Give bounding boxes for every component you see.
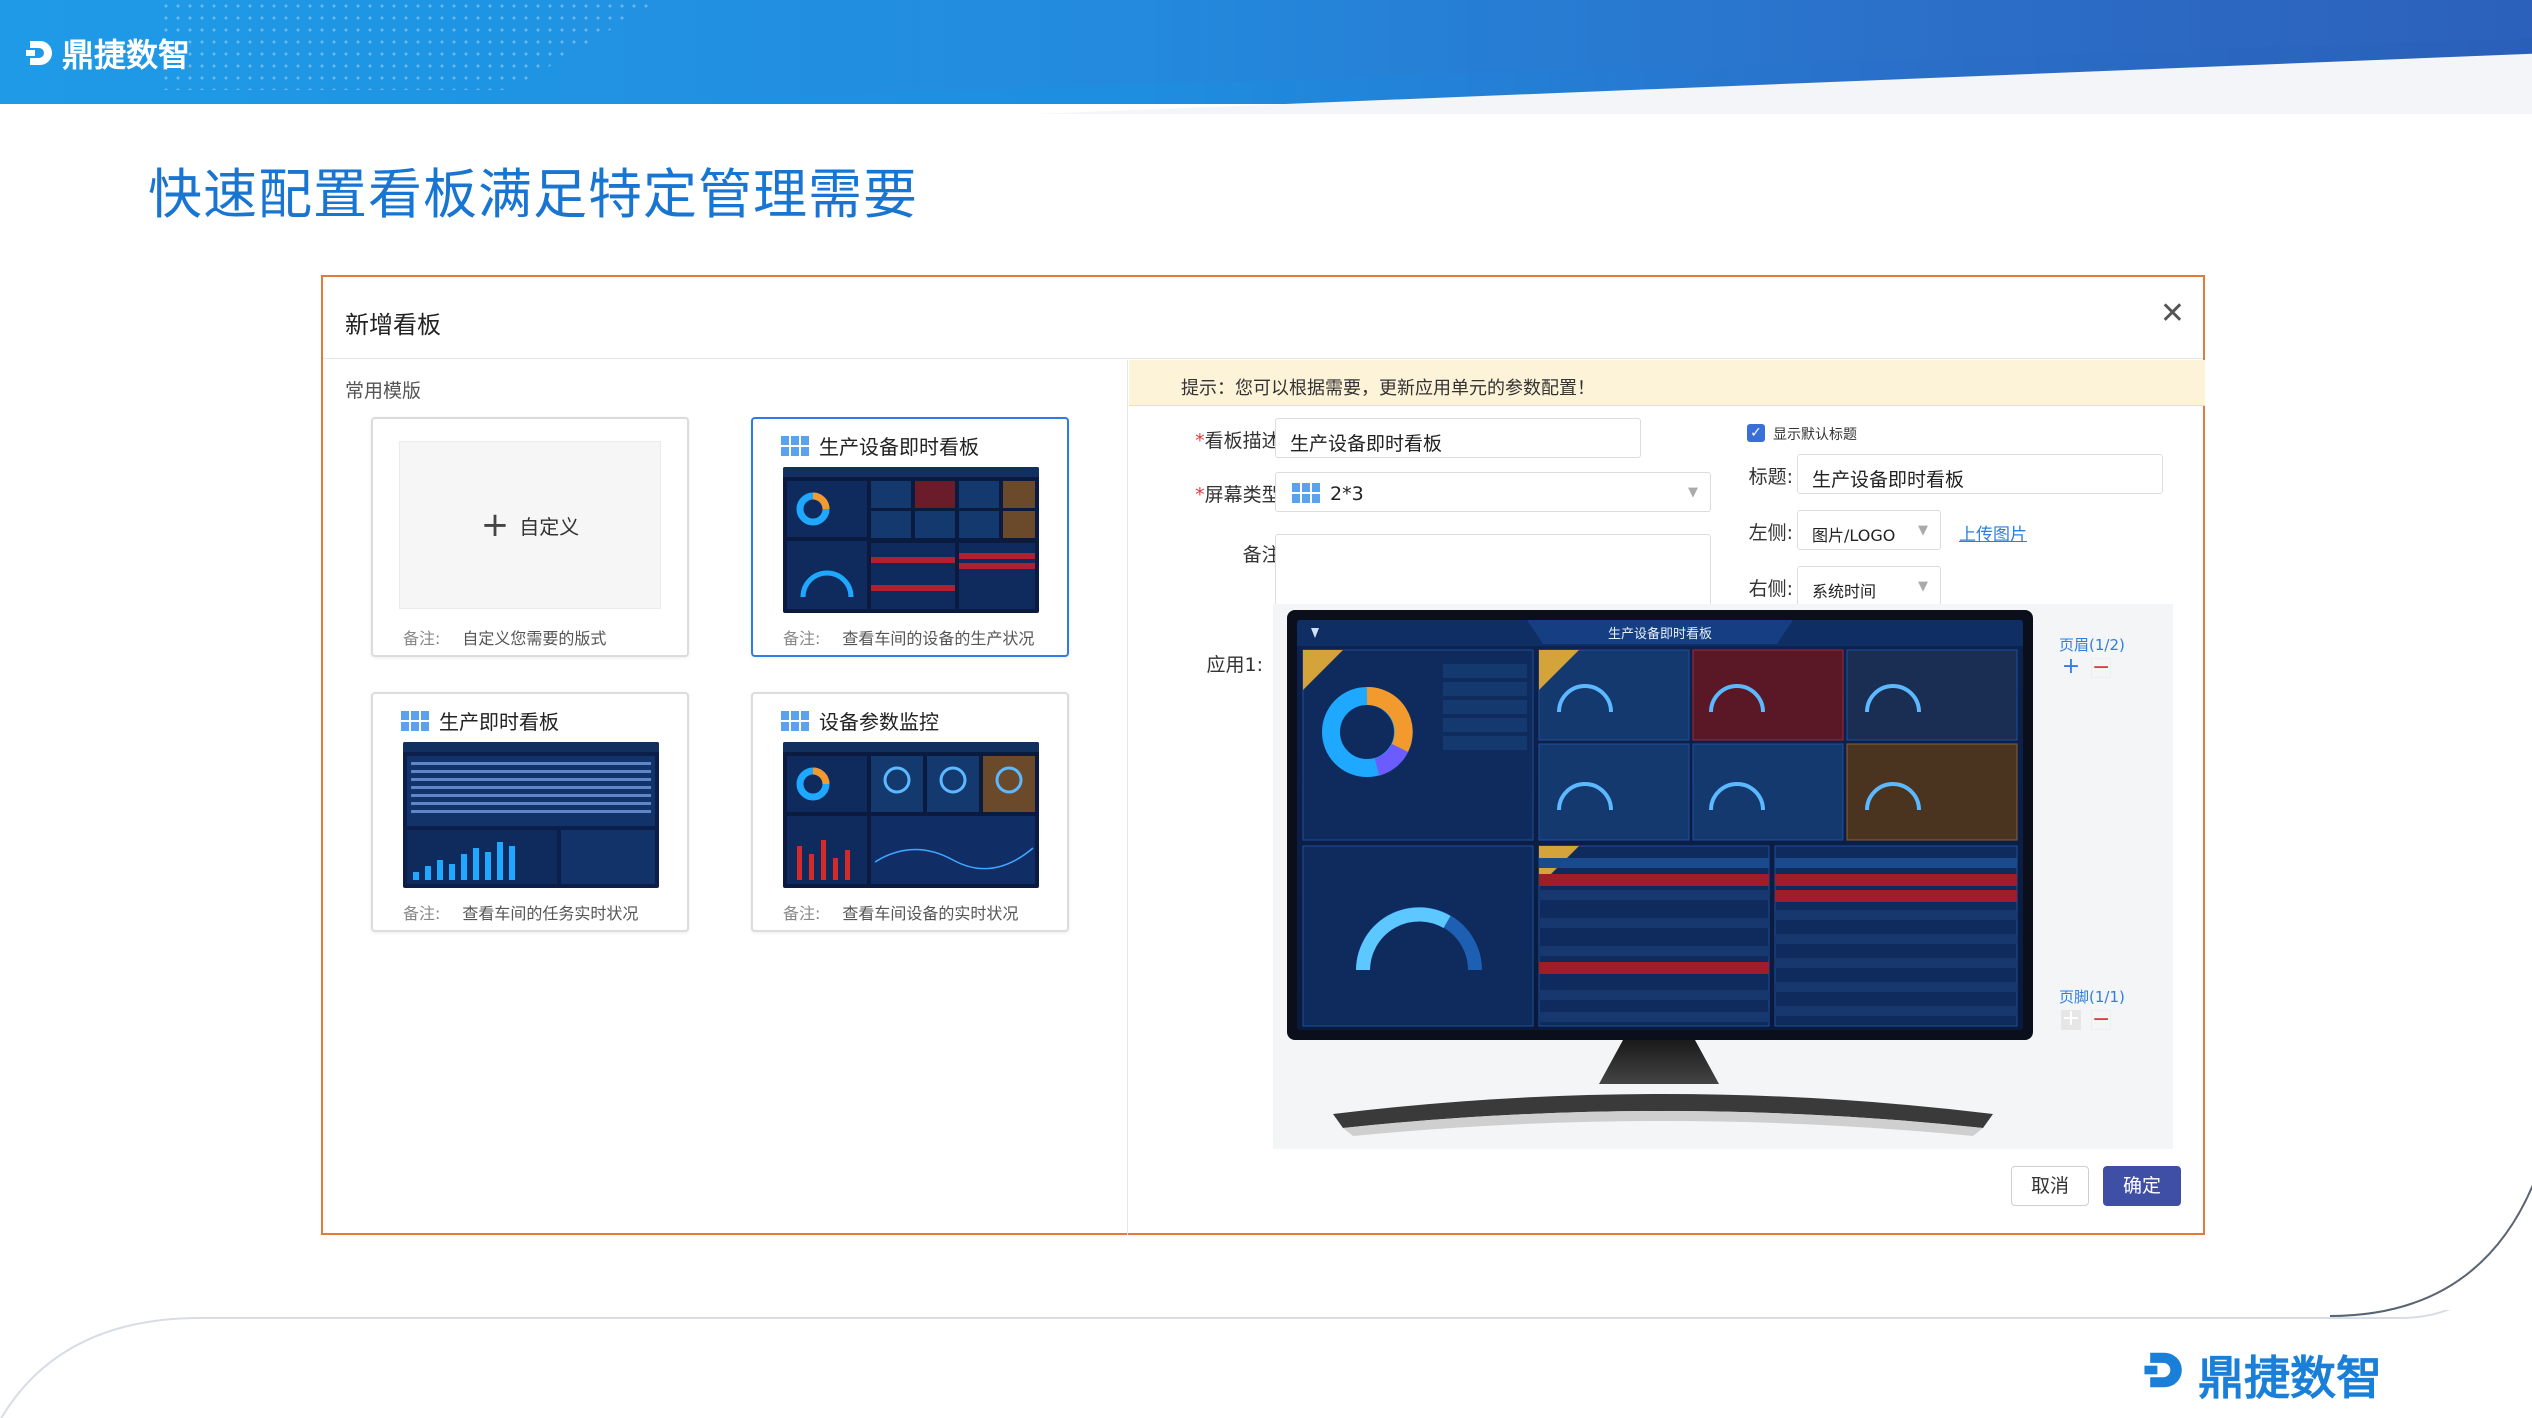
grid-layout-icon [1292, 483, 1320, 503]
confirm-button[interactable]: 确定 [2103, 1166, 2181, 1206]
note-value: 查看车间的任务实时状况 [462, 904, 639, 923]
screen-preview-area: 生产设备即时看板 页眉(1/2) + − 页脚(1/1) + − [1273, 604, 2173, 1149]
remove-footer-button[interactable]: − [2091, 1009, 2111, 1031]
monitor-preview: 生产设备即时看板 [1287, 610, 2033, 1040]
note-key: 备注: [783, 629, 821, 648]
note-value: 查看车间的设备的生产状况 [842, 629, 1035, 648]
chevron-down-icon: ▼ [1918, 579, 1928, 594]
dialog-title: 新增看板 [345, 311, 441, 339]
left-side-select[interactable]: 图片/LOGO ▼ [1797, 510, 1941, 550]
template-note: 备注: 查看车间设备的实时状况 [783, 900, 1018, 924]
template-section-label: 常用模版 [345, 380, 422, 402]
dashboard-preview-screen: 生产设备即时看板 [1297, 620, 2023, 1030]
close-icon[interactable]: ✕ [2160, 299, 2185, 329]
custom-template-box[interactable]: + 自定义 [399, 441, 661, 609]
desc-label: *看板描述: [1195, 430, 1287, 452]
template-card-header: 生产设备即时看板 [781, 431, 979, 460]
brand-logo-top: 鼎捷数智 [26, 30, 190, 76]
custom-label: 自定义 [519, 514, 580, 539]
hint-banner: 提示：您可以根据需要，更新应用单元的参数配置！ [1129, 360, 2205, 406]
title-label: 标题: [1748, 466, 1793, 488]
show-default-title-label: 显示默认标题 [1773, 427, 1857, 443]
dialog-header: 新增看板 ✕ [323, 277, 2203, 359]
brand-logo-bottom: 鼎捷数智 [2144, 1342, 2382, 1408]
right-side-value: 系统时间 [1812, 582, 1877, 601]
upload-image-link[interactable]: 上传图片 [1959, 520, 2027, 545]
monitor-stand-base [1333, 1094, 1993, 1136]
brand-name-bottom: 鼎捷数智 [2198, 1351, 2382, 1405]
brand-d-icon-bottom [2144, 1347, 2188, 1404]
grid-layout-icon [781, 435, 809, 456]
cancel-button[interactable]: 取消 [2011, 1166, 2089, 1206]
left-side-value: 图片/LOGO [1812, 526, 1896, 545]
remark-textarea[interactable] [1275, 534, 1711, 614]
grid-layout-icon [781, 710, 809, 731]
template-note: 备注: 查看车间的设备的生产状况 [783, 625, 1034, 649]
screen-type-value: 2*3 [1330, 483, 1364, 505]
template-note: 备注: 自定义您需要的版式 [403, 625, 606, 649]
template-pane: 常用模版 + 自定义 备注: 自定义您需要的版式 生产设备即时看板 备注: 查看… [323, 360, 1128, 1235]
config-pane: 提示：您可以根据需要，更新应用单元的参数配置！ *看板描述: 生产设备即时看板 … [1129, 360, 2205, 1235]
right-curve-decoration [2330, 1184, 2532, 1317]
screen-title: 生产设备即时看板 [1608, 626, 1712, 642]
screen-type-select[interactable]: 2*3 ▼ [1275, 472, 1711, 512]
app-label: 应用1: [1206, 654, 1264, 676]
brand-name-top: 鼎捷数智 [62, 36, 191, 74]
template-title: 生产设备即时看板 [819, 435, 979, 459]
chevron-down-icon: ▼ [1688, 485, 1698, 500]
chevron-down-icon: ▼ [1918, 523, 1928, 538]
note-value: 自定义您需要的版式 [462, 629, 607, 648]
header-count-label: 页眉(1/2) [2059, 636, 2125, 654]
note-value: 查看车间设备的实时状况 [842, 904, 1019, 923]
right-side-select[interactable]: 系统时间 ▼ [1797, 566, 1941, 606]
template-card-header: 设备参数监控 [781, 706, 939, 735]
template-title: 生产即时看板 [439, 710, 559, 734]
template-card-production-equipment[interactable]: 生产设备即时看板 备注: 查看车间的设备的生产状况 [751, 417, 1069, 657]
template-card-custom[interactable]: + 自定义 备注: 自定义您需要的版式 [371, 417, 689, 657]
template-card-production-realtime[interactable]: 生产即时看板 备注: 查看车间的任务实时状况 [371, 692, 689, 932]
template-card-header: 生产即时看板 [401, 706, 559, 735]
remove-header-button[interactable]: − [2091, 657, 2111, 679]
template-note: 备注: 查看车间的任务实时状况 [403, 900, 638, 924]
add-footer-button-disabled[interactable]: + [2061, 1008, 2081, 1030]
note-key: 备注: [403, 629, 441, 648]
note-key: 备注: [403, 904, 441, 923]
plus-icon: + [480, 505, 510, 545]
brand-d-icon [26, 37, 56, 69]
template-thumbnail [783, 467, 1039, 613]
page-title: 快速配置看板满足特定管理需要 [148, 163, 918, 226]
right-side-label: 右侧: [1748, 578, 1793, 600]
slide: 鼎捷数智 快速配置看板满足特定管理需要 鼎捷数智 新增看板 ✕ 常用模版 + 自… [0, 0, 2532, 1418]
screen-type-label: *屏幕类型: [1195, 484, 1287, 506]
title-input[interactable]: 生产设备即时看板 [1797, 454, 2163, 494]
template-thumbnail [783, 742, 1039, 888]
template-title: 设备参数监控 [819, 710, 939, 734]
new-board-dialog: 新增看板 ✕ 常用模版 + 自定义 备注: 自定义您需要的版式 生产设备即时看板 [321, 275, 2205, 1235]
add-header-button[interactable]: + [2061, 656, 2081, 678]
note-key: 备注: [783, 904, 821, 923]
show-default-title-checkbox[interactable]: ✓ [1747, 424, 1765, 442]
template-card-equipment-params[interactable]: 设备参数监控 备注: 查看车间设备的实时状况 [751, 692, 1069, 932]
template-thumbnail [403, 742, 659, 888]
left-side-label: 左侧: [1748, 522, 1793, 544]
footer-count-label: 页脚(1/1) [2059, 988, 2125, 1006]
board-desc-input[interactable]: 生产设备即时看板 [1275, 418, 1641, 458]
remark-label: 备注: [1242, 544, 1287, 566]
grid-layout-icon [401, 710, 429, 731]
